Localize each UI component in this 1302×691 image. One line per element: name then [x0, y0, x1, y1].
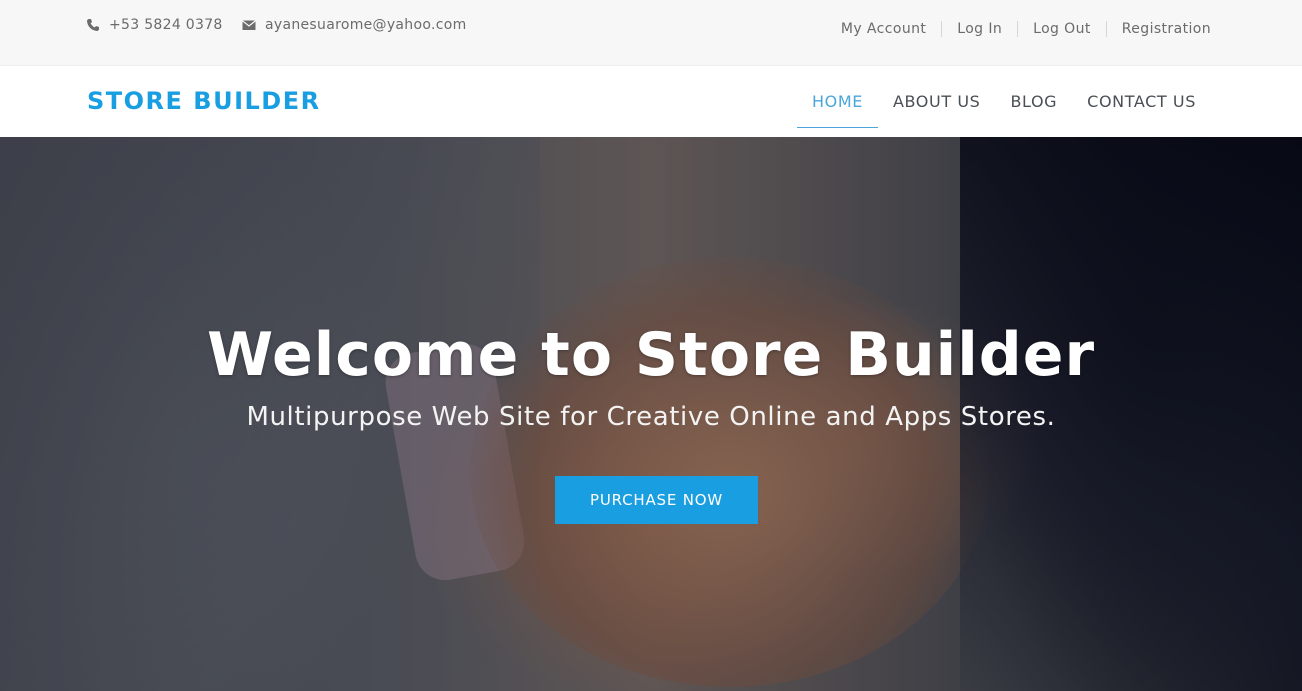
phone-icon	[86, 18, 100, 32]
log-in-link[interactable]: Log In	[941, 21, 1017, 37]
hero-title: Welcome to Store Builder	[206, 320, 1096, 390]
hero-subtitle: Multipurpose Web Site for Creative Onlin…	[246, 402, 1056, 432]
envelope-icon	[242, 18, 256, 32]
phone-contact: +53 5824 0378	[86, 17, 223, 33]
nav-home[interactable]: HOME	[797, 66, 878, 137]
nav-contact-us[interactable]: CONTACT US	[1072, 66, 1211, 137]
nav-about-us[interactable]: ABOUT US	[878, 66, 995, 137]
nav-blog[interactable]: BLOG	[995, 66, 1072, 137]
purchase-now-button[interactable]: PURCHASE NOW	[555, 476, 758, 524]
registration-link[interactable]: Registration	[1105, 21, 1211, 37]
email-address: ayanesuarome@yahoo.com	[265, 17, 467, 33]
my-account-link[interactable]: My Account	[826, 21, 941, 37]
top-bar: +53 5824 0378 ayanesuarome@yahoo.com My …	[0, 0, 1302, 66]
main-navbar: STORE BUILDER HOME ABOUT US BLOG CONTACT…	[0, 66, 1302, 137]
main-menu: HOME ABOUT US BLOG CONTACT US	[797, 66, 1211, 137]
log-out-link[interactable]: Log Out	[1017, 21, 1106, 37]
hero-section: Welcome to Store Builder Multipurpose We…	[0, 137, 1302, 691]
hero-content: Welcome to Store Builder Multipurpose We…	[0, 137, 1302, 691]
phone-number: +53 5824 0378	[109, 17, 223, 33]
email-contact: ayanesuarome@yahoo.com	[242, 17, 467, 33]
brand-logo[interactable]: STORE BUILDER	[87, 87, 321, 115]
account-links: My Account Log In Log Out Registration	[826, 21, 1211, 37]
